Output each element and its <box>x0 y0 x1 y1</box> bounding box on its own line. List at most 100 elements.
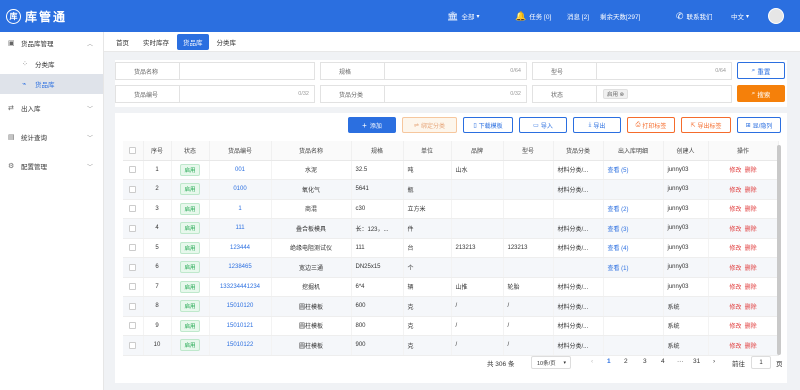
table-row[interactable]: 9 启用 15010121 圆柱模板 800 克 / / 材料分类/... 系统 修改 删除 <box>123 316 779 336</box>
cell-code[interactable]: 111 <box>209 218 272 239</box>
row-checkbox[interactable] <box>123 179 144 200</box>
table-row[interactable]: 7 启用 133234441234 挖掘机 6*4 辆山推 轮胎 材料分类/... junny0… <box>123 277 779 297</box>
edit-button[interactable]: 修改 <box>729 324 741 330</box>
toggle-columns-button[interactable]: ⊞ 显/隐列 <box>737 117 781 133</box>
cell-detail-link[interactable]: 查看 (1) <box>603 257 664 278</box>
cell-detail-link[interactable]: 查看 (3) <box>603 218 664 239</box>
table-row[interactable]: 3 启用 1 商混 c30 立方米 查看 (2) junny03 修改 删除 <box>123 199 779 219</box>
tab-category-library[interactable]: 分类库 <box>211 34 243 50</box>
table-scrollbar[interactable] <box>777 145 781 355</box>
prev-page-button[interactable]: ‹ <box>591 358 593 365</box>
cell-detail-link[interactable] <box>603 277 664 297</box>
delete-button[interactable]: 删除 <box>745 266 757 272</box>
edit-button[interactable]: 修改 <box>729 305 741 311</box>
sidebar-item-goods-management[interactable]: ▣ 货品库管理 ︿ <box>0 32 103 54</box>
row-checkbox[interactable] <box>123 199 144 219</box>
delete-button[interactable]: 删除 <box>745 285 757 291</box>
language-selector[interactable]: 中文 ▾ <box>731 0 749 32</box>
export-label-button[interactable]: ⇱ 导出标签 <box>681 117 731 133</box>
sidebar-item-statistics[interactable]: ▤ 统计查询 ﹀ <box>0 126 103 148</box>
page-31[interactable]: 31 <box>693 358 700 365</box>
cell-code[interactable]: 1238465 <box>209 257 272 278</box>
add-button[interactable]: + 添加 <box>348 117 396 133</box>
edit-button[interactable]: 修改 <box>729 246 741 252</box>
cell-code[interactable]: 15010122 <box>209 335 272 356</box>
row-checkbox[interactable] <box>123 335 144 356</box>
page-ellipsis[interactable]: ··· <box>677 358 684 365</box>
delete-button[interactable]: 删除 <box>745 168 757 174</box>
cell-detail-link[interactable] <box>603 179 664 200</box>
cell-code[interactable]: 15010120 <box>209 296 272 317</box>
reset-button[interactable]: ⌕ 重置 <box>737 62 785 79</box>
delete-button[interactable]: 删除 <box>745 188 757 194</box>
remaining-days-link[interactable]: 剩余天数[297] <box>600 0 640 32</box>
sidebar-item-category-library[interactable]: ⁘ 分类库 <box>0 54 103 74</box>
row-checkbox[interactable] <box>123 257 144 278</box>
cell-detail-link[interactable]: 查看 (5) <box>603 160 664 180</box>
status-select[interactable]: 状态 启用 ⊗ <box>532 85 732 103</box>
page-3[interactable]: 3 <box>643 358 647 365</box>
import-button[interactable]: ▭ 导入 <box>519 117 567 133</box>
contact-link[interactable]: ✆ 联系我们 <box>676 0 713 32</box>
export-button[interactable]: ⤓ 导出 <box>573 117 621 133</box>
row-checkbox[interactable] <box>123 160 144 180</box>
delete-button[interactable]: 删除 <box>745 305 757 311</box>
tab-realtime-stock[interactable]: 实时库存 <box>137 34 175 50</box>
select-all-checkbox[interactable] <box>123 141 144 161</box>
page-4[interactable]: 4 <box>661 358 665 365</box>
edit-button[interactable]: 修改 <box>729 168 741 174</box>
cell-code[interactable]: 001 <box>209 160 272 180</box>
scope-selector[interactable]: 🏛 全部 ▾ <box>447 0 479 32</box>
table-row[interactable]: 6 启用 1238465 宽边三通 DN25x15 个查看 (1) junny03 修改 删除 <box>123 257 779 278</box>
edit-button[interactable]: 修改 <box>729 207 741 213</box>
table-row[interactable]: 8 启用 15010120 圆柱模板 600 克 / / 材料分类/... 系统 修改 删除 <box>123 296 779 317</box>
page-1[interactable]: 1 <box>607 358 611 365</box>
goods-code-field[interactable]: 货品编号 0/32 <box>115 85 315 103</box>
edit-button[interactable]: 修改 <box>729 344 741 350</box>
delete-button[interactable]: 删除 <box>745 246 757 252</box>
row-checkbox[interactable] <box>123 316 144 336</box>
delete-button[interactable]: 删除 <box>745 324 757 330</box>
edit-button[interactable]: 修改 <box>729 266 741 272</box>
row-checkbox[interactable] <box>123 238 144 258</box>
sidebar-item-stock-in-out[interactable]: ⇄ 出入库 ﹀ <box>0 97 103 119</box>
goto-page-input[interactable]: 1 <box>751 356 771 369</box>
cell-detail-link[interactable] <box>603 316 664 336</box>
spec-field[interactable]: 规格 0/64 <box>320 62 527 80</box>
table-row[interactable]: 1 启用 001 水泥 32.5 吨山水 材料分类/... 查看 (5) junny03 修改 删… <box>123 160 779 180</box>
delete-button[interactable]: 删除 <box>745 344 757 350</box>
cell-code[interactable]: 0100 <box>209 179 272 200</box>
goods-category-field[interactable]: 货品分类 0/32 <box>320 85 527 103</box>
cell-code[interactable]: 15010121 <box>209 316 272 336</box>
row-checkbox[interactable] <box>123 277 144 297</box>
download-template-button[interactable]: ▯ 下载模板 <box>463 117 513 133</box>
cell-detail-link[interactable]: 查看 (2) <box>603 199 664 219</box>
table-row[interactable]: 4 启用 111 叠合板模具 长：123，... 件 材料分类/... 查看 (3) junny… <box>123 218 779 239</box>
close-icon[interactable]: ⊗ <box>620 92 625 98</box>
tab-home[interactable]: 首页 <box>110 34 135 50</box>
sidebar-item-settings[interactable]: ⚙ 配置管理 ﹀ <box>0 155 103 177</box>
tab-goods-library[interactable]: 货品库 <box>177 33 209 50</box>
edit-button[interactable]: 修改 <box>729 188 741 194</box>
cell-code[interactable]: 1 <box>209 199 272 219</box>
search-button[interactable]: ⌕ 搜索 <box>737 85 785 102</box>
next-page-button[interactable]: › <box>713 358 715 365</box>
table-row[interactable]: 5 启用 123444 绝缘电阻测试仪 111 台 213213 123213 材料分类/...… <box>123 238 779 258</box>
cell-code[interactable]: 133234441234 <box>209 277 272 297</box>
avatar[interactable] <box>768 8 784 24</box>
print-label-button[interactable]: ⎙ 打印标签 <box>627 117 675 133</box>
cell-detail-link[interactable] <box>603 296 664 317</box>
delete-button[interactable]: 删除 <box>745 207 757 213</box>
edit-button[interactable]: 修改 <box>729 285 741 291</box>
table-row[interactable]: 2 启用 0100 氧化气 5641 瓶材料分类/... junny03 修改 删除 <box>123 179 779 200</box>
page-2[interactable]: 2 <box>624 358 628 365</box>
goods-name-field[interactable]: 货品名称 <box>115 62 315 80</box>
row-checkbox[interactable] <box>123 296 144 317</box>
page-size-select[interactable]: 10条/页 ▾ <box>531 356 571 369</box>
row-checkbox[interactable] <box>123 218 144 239</box>
table-row[interactable]: 10 启用 15010122 圆柱模板 900 克 / / 材料分类/... 系统 修改 删除 <box>123 335 779 356</box>
cell-detail-link[interactable] <box>603 335 664 356</box>
message-link[interactable]: 消息 [2] <box>567 0 589 32</box>
cell-code[interactable]: 123444 <box>209 238 272 258</box>
edit-button[interactable]: 修改 <box>729 227 741 233</box>
